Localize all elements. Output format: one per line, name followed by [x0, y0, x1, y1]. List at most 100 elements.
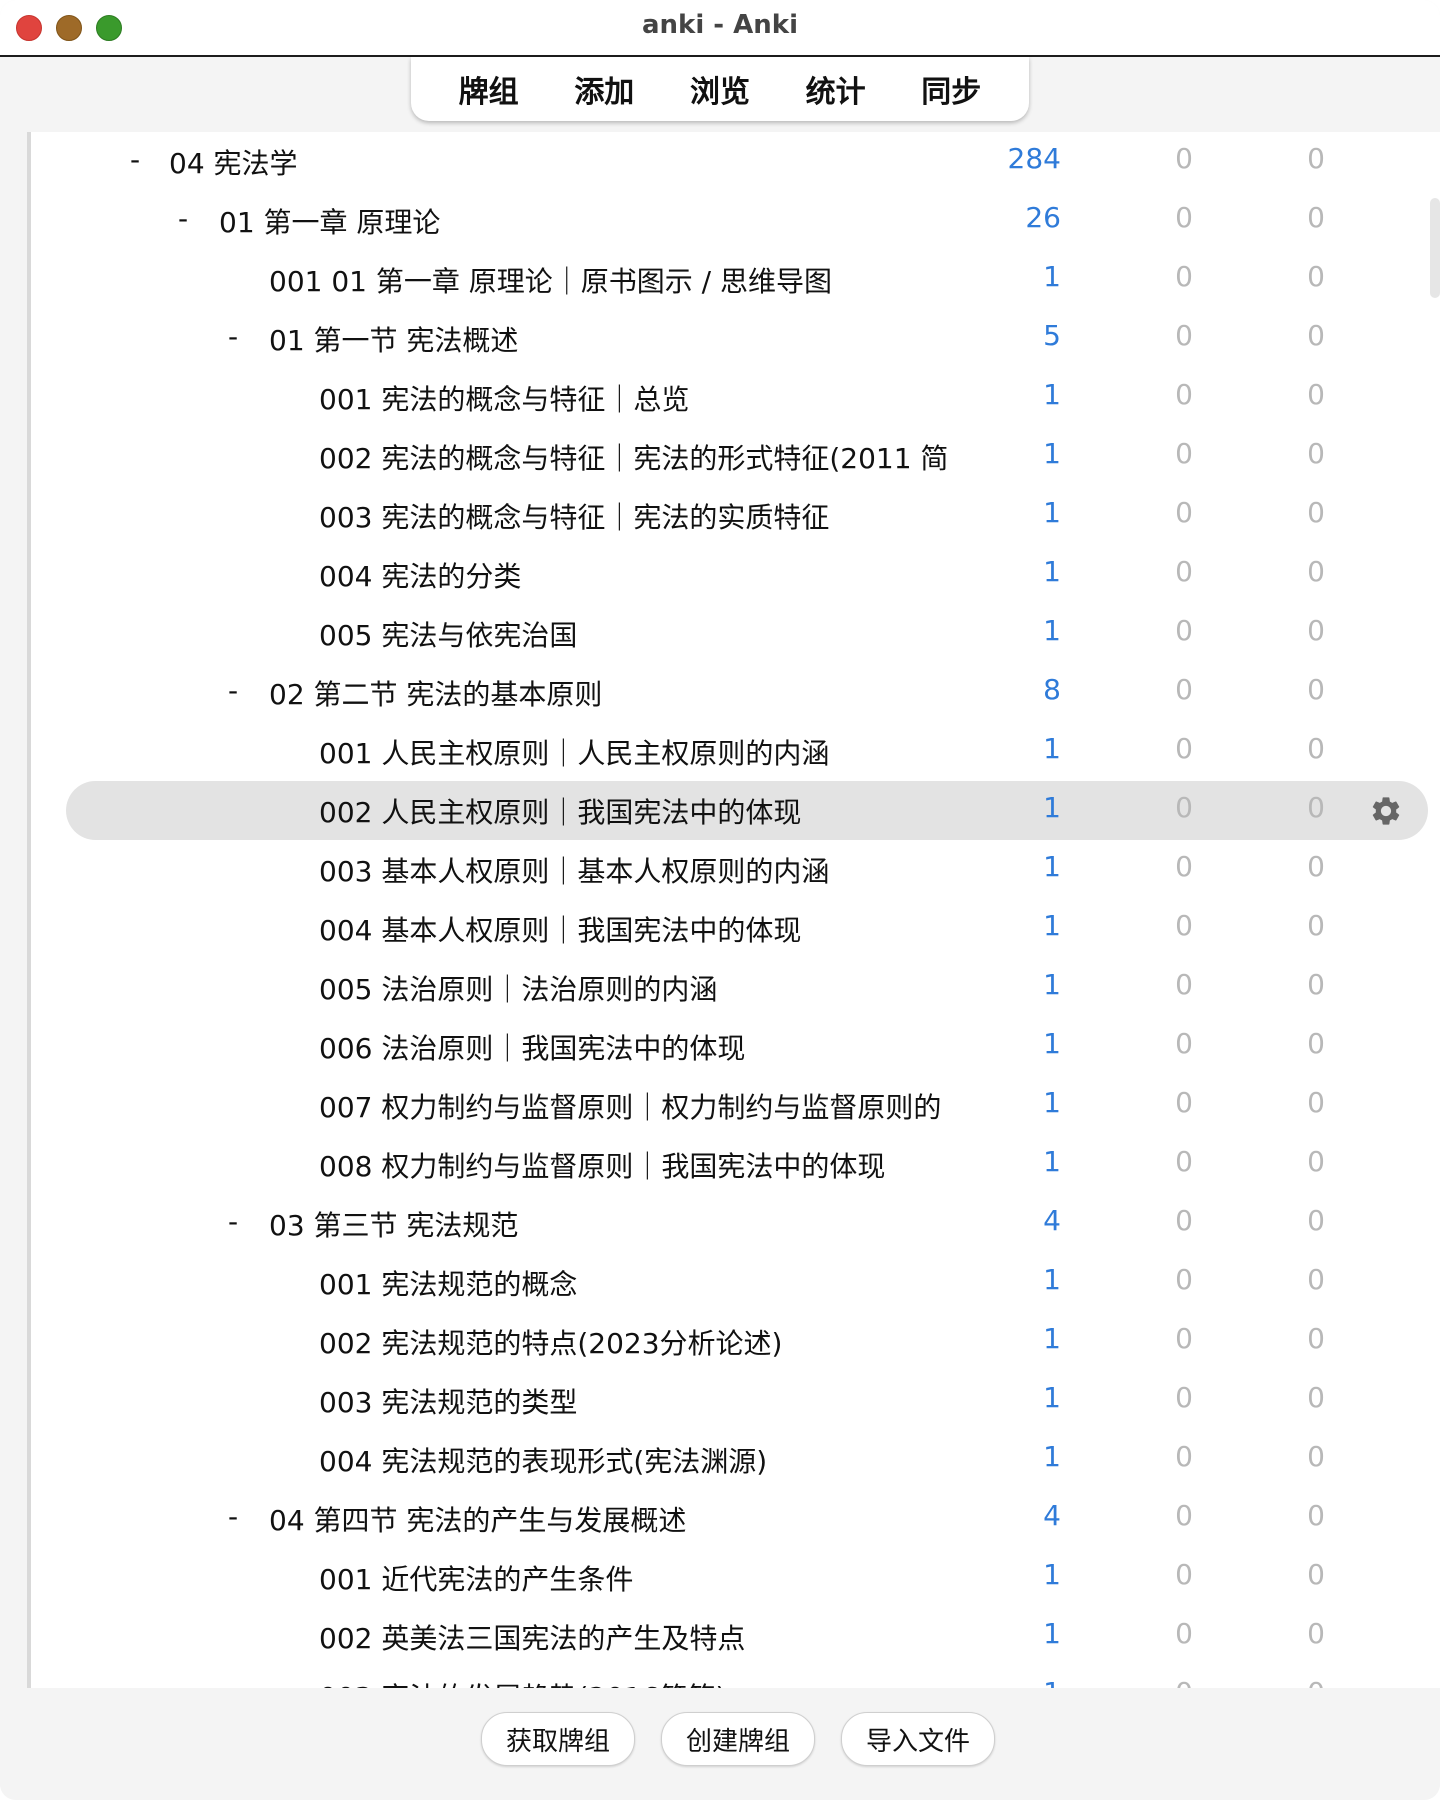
toolbar-decks-button[interactable]: 牌组	[451, 63, 527, 115]
deck-name[interactable]: 005 法治原则｜法治原则的内涵	[319, 968, 717, 1008]
deck-name[interactable]: 003 基本人权原则｜基本人权原则的内涵	[319, 850, 829, 890]
toolbar-add-button[interactable]: 添加	[566, 63, 642, 115]
deck-name[interactable]: 001 01 第一章 原理论｜原书图示 / 思维导图	[269, 260, 832, 300]
deck-row[interactable]: -02 第二节 宪法的基本原则 8 0 0	[31, 663, 1440, 722]
learn-count: 0	[1175, 437, 1193, 470]
deck-name[interactable]: 004 宪法规范的表现形式(宪法渊源)	[319, 1440, 767, 1480]
deck-row[interactable]: 006 法治原则｜我国宪法中的体现 1 0 0	[31, 1017, 1440, 1076]
learn-count: 0	[1175, 496, 1193, 529]
deck-row[interactable]: 002 人民主权原则｜我国宪法中的体现 1 0 0	[31, 781, 1440, 840]
new-count: 1	[1043, 260, 1061, 293]
due-count: 0	[1307, 496, 1325, 529]
deck-row[interactable]: -03 第三节 宪法规范 4 0 0	[31, 1194, 1440, 1253]
toolbar-stats-button[interactable]: 统计	[798, 63, 874, 115]
new-count: 1	[1043, 1558, 1061, 1591]
new-count: 284	[1007, 142, 1061, 175]
deck-name[interactable]: 002 人民主权原则｜我国宪法中的体现	[319, 791, 801, 831]
learn-count: 0	[1175, 1086, 1193, 1119]
new-count: 1	[1043, 1086, 1061, 1119]
get-shared-button[interactable]: 获取牌组	[481, 1712, 635, 1766]
collapse-toggle[interactable]: -	[223, 1500, 243, 1533]
deck-row[interactable]: 005 法治原则｜法治原则的内涵 1 0 0	[31, 958, 1440, 1017]
new-count: 5	[1043, 319, 1061, 352]
deck-name[interactable]: 007 权力制约与监督原则｜权力制约与监督原则的	[319, 1086, 941, 1126]
new-count: 1	[1043, 850, 1061, 883]
collapse-toggle[interactable]: -	[173, 202, 193, 235]
deck-name[interactable]: 02 第二节 宪法的基本原则	[269, 673, 602, 713]
deck-row[interactable]: 001 01 第一章 原理论｜原书图示 / 思维导图 1 0 0	[31, 250, 1440, 309]
due-count: 0	[1225, 1676, 1325, 1688]
toolbar-sync-button[interactable]: 同步	[913, 63, 989, 115]
deck-row[interactable]: 004 宪法的分类 1 0 0	[31, 545, 1440, 604]
learn-count: 0	[1175, 1322, 1193, 1355]
new-count: 1	[1043, 1381, 1061, 1414]
deck-row[interactable]: 008 权力制约与监督原则｜我国宪法中的体现 1 0 0	[31, 1135, 1440, 1194]
deck-name[interactable]: 001 宪法规范的概念	[319, 1263, 577, 1303]
new-count: 1	[1043, 791, 1061, 824]
deck-row[interactable]: 004 宪法规范的表现形式(宪法渊源) 1 0 0	[31, 1430, 1440, 1489]
new-count: 1	[1043, 1263, 1061, 1296]
collapse-toggle[interactable]: -	[223, 1205, 243, 1238]
deck-name[interactable]: 01 第一章 原理论	[219, 201, 440, 241]
deck-row[interactable]: 002 宪法规范的特点(2023分析论述) 1 0 0	[31, 1312, 1440, 1371]
create-deck-button[interactable]: 创建牌组	[661, 1712, 815, 1766]
gear-icon[interactable]	[1369, 794, 1403, 828]
anki-window: anki - Anki 牌组 添加 浏览 统计 同步 -04 宪法学 284 0 0-…	[0, 0, 1440, 1800]
deck-name[interactable]: 001 近代宪法的产生条件	[319, 1558, 633, 1598]
collapse-toggle[interactable]: -	[125, 143, 145, 176]
deck-name[interactable]: 002 英美法三国宪法的产生及特点	[319, 1617, 745, 1657]
deck-row[interactable]: 002 英美法三国宪法的产生及特点 1 0 0	[31, 1607, 1440, 1666]
deck-row[interactable]: 001 宪法的概念与特征｜总览 1 0 0	[31, 368, 1440, 427]
deck-name[interactable]: 04 第四节 宪法的产生与发展概述	[269, 1499, 686, 1539]
due-count: 0	[1307, 673, 1325, 706]
deck-row[interactable]: 003 宪法规范的类型 1 0 0	[31, 1371, 1440, 1430]
deck-name[interactable]: 03 第三节 宪法规范	[269, 1204, 518, 1244]
deck-list: -04 宪法学 284 0 0-01 第一章 原理论 26 0 0 001 01 第一章 原理…	[27, 132, 1440, 1688]
deck-row[interactable]: 001 近代宪法的产生条件 1 0 0	[31, 1548, 1440, 1607]
deck-row[interactable]: -04 第四节 宪法的产生与发展概述 4 0 0	[31, 1489, 1440, 1548]
deck-name[interactable]: 005 宪法与依宪治国	[319, 614, 577, 654]
toolbar-browse-button[interactable]: 浏览	[682, 63, 758, 115]
new-count: 4	[1043, 1204, 1061, 1237]
import-file-button[interactable]: 导入文件	[841, 1712, 995, 1766]
deck-name[interactable]: 002 宪法规范的特点(2023分析论述)	[319, 1322, 782, 1362]
deck-name[interactable]: 008 权力制约与监督原则｜我国宪法中的体现	[319, 1145, 885, 1185]
deck-row[interactable]: -04 宪法学 284 0 0	[31, 132, 1440, 191]
main-toolbar: 牌组 添加 浏览 统计 同步	[411, 57, 1029, 121]
deck-name[interactable]: 004 宪法的分类	[319, 555, 521, 595]
deck-row[interactable]: 002 宪法的概念与特征｜宪法的形式特征(2011 简 1 0 0	[31, 427, 1440, 486]
learn-count: 0	[1175, 1263, 1193, 1296]
learn-count: 0	[1175, 555, 1193, 588]
deck-name[interactable]: 004 基本人权原则｜我国宪法中的体现	[319, 909, 801, 949]
deck-row[interactable]: -01 第一节 宪法概述 5 0 0	[31, 309, 1440, 368]
deck-name[interactable]: 04 宪法学	[169, 142, 298, 182]
deck-name[interactable]: 001 人民主权原则｜人民主权原则的内涵	[319, 732, 829, 772]
deck-row[interactable]: 001 宪法规范的概念 1 0 0	[31, 1253, 1440, 1312]
deck-row[interactable]: 003 基本人权原则｜基本人权原则的内涵 1 0 0	[31, 840, 1440, 899]
due-count: 0	[1307, 1558, 1325, 1591]
deck-name[interactable]: 002 宪法的概念与特征｜宪法的形式特征(2011 简	[319, 437, 948, 477]
deck-name[interactable]: 001 宪法的概念与特征｜总览	[319, 378, 689, 418]
collapse-toggle[interactable]: -	[223, 674, 243, 707]
deck-row[interactable]: 005 宪法与依宪治国 1 0 0	[31, 604, 1440, 663]
due-count: 0	[1307, 1617, 1325, 1650]
deck-row[interactable]: 007 权力制约与监督原则｜权力制约与监督原则的 1 0 0	[31, 1076, 1440, 1135]
learn-count: 0	[1175, 142, 1193, 175]
collapse-toggle[interactable]: -	[223, 320, 243, 353]
learn-count: 0	[1175, 1617, 1193, 1650]
deck-row[interactable]: -01 第一章 原理论 26 0 0	[31, 191, 1440, 250]
deck-row[interactable]: 003 宪法的概念与特征｜宪法的实质特征 1 0 0	[31, 486, 1440, 545]
deck-name[interactable]: 006 法治原则｜我国宪法中的体现	[319, 1027, 745, 1067]
deck-row[interactable]: 004 基本人权原则｜我国宪法中的体现 1 0 0	[31, 899, 1440, 958]
due-count: 0	[1307, 555, 1325, 588]
new-count: 1	[1043, 1027, 1061, 1060]
deck-row[interactable]: 001 人民主权原则｜人民主权原则的内涵 1 0 0	[31, 722, 1440, 781]
deck-row[interactable]: 003 宪法的发展趋势(2016简答) 1 0 0	[31, 1666, 1440, 1688]
deck-name[interactable]: 003 宪法规范的类型	[319, 1381, 577, 1421]
deck-name[interactable]: 003 宪法的发展趋势(2016简答)	[319, 1676, 726, 1688]
deck-name[interactable]: 01 第一节 宪法概述	[269, 319, 518, 359]
deck-name[interactable]: 003 宪法的概念与特征｜宪法的实质特征	[319, 496, 829, 536]
due-count: 0	[1307, 1027, 1325, 1060]
due-count: 0	[1307, 850, 1325, 883]
due-count: 0	[1307, 437, 1325, 470]
